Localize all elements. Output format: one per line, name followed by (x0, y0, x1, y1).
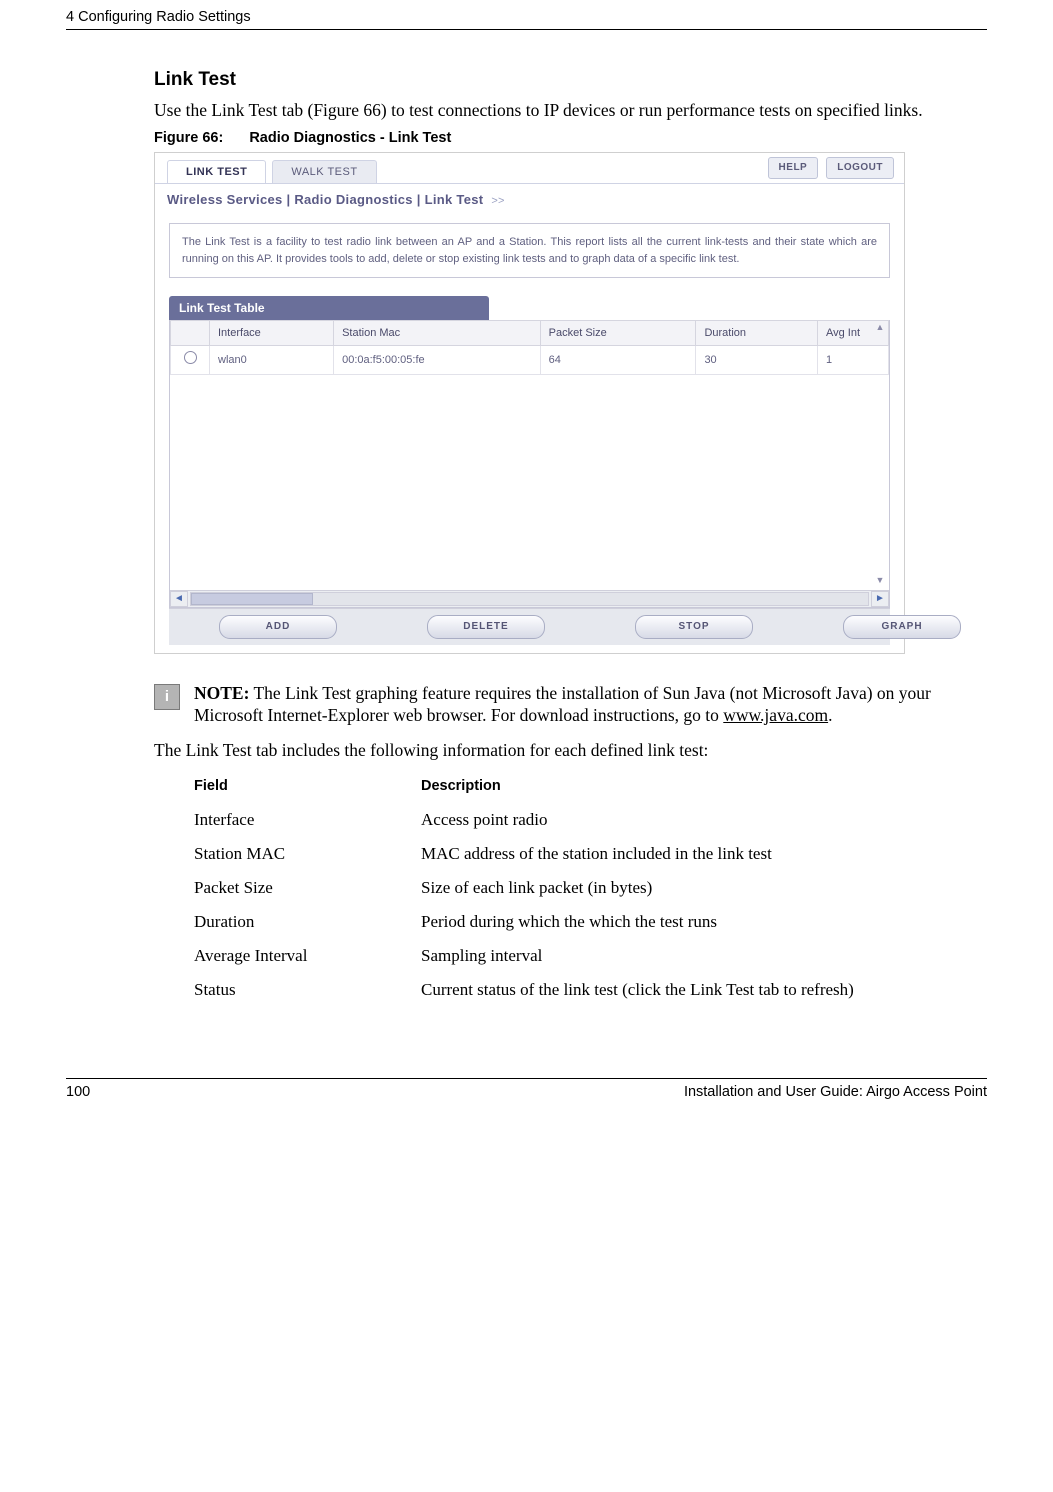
dtable-row: Station MAC MAC address of the station i… (194, 838, 950, 870)
add-button[interactable]: ADD (219, 615, 337, 639)
figure-caption: Figure 66: Radio Diagnostics - Link Test (154, 129, 986, 148)
note-label: NOTE: (194, 683, 249, 703)
scrollbar-thumb[interactable] (191, 593, 313, 605)
chevron-icon: >> (491, 195, 504, 207)
lead-text: The Link Test tab includes the following… (154, 739, 986, 762)
dtable-field: Interface (194, 804, 419, 836)
dtable-row: Average Interval Sampling interval (194, 940, 950, 972)
breadcrumb-text: Wireless Services | Radio Diagnostics | … (167, 192, 487, 207)
dtable-desc: Access point radio (421, 804, 950, 836)
running-header: 4 Configuring Radio Settings (66, 8, 987, 30)
graph-button[interactable]: GRAPH (843, 615, 961, 639)
delete-button[interactable]: DELETE (427, 615, 545, 639)
tab-walk-test[interactable]: WALK TEST (272, 160, 376, 183)
running-footer: 100 Installation and User Guide: Airgo A… (66, 1078, 987, 1102)
section-heading: Link Test (154, 68, 986, 93)
scroll-right-icon[interactable]: ► (871, 591, 889, 607)
cell-packet-size: 64 (540, 346, 696, 374)
note-link[interactable]: www.java.com (723, 705, 828, 725)
scrollbar-track[interactable] (190, 592, 869, 606)
table-header-row: Interface Station Mac Packet Size Durati… (171, 321, 889, 346)
table-empty-area (170, 375, 889, 590)
cell-mac: 00:0a:f5:00:05:fe (334, 346, 541, 374)
help-button[interactable]: HELP (768, 157, 819, 179)
dtable-field: Packet Size (194, 872, 419, 904)
field-description-table: Field Description Interface Access point… (192, 770, 952, 1008)
dtable-row: Packet Size Size of each link packet (in… (194, 872, 950, 904)
scroll-left-icon[interactable]: ◄ (170, 591, 188, 607)
dtable-row: Status Current status of the link test (… (194, 974, 950, 1006)
radio-icon[interactable] (184, 351, 197, 364)
cell-duration: 30 (696, 346, 818, 374)
cell-interface: wlan0 (210, 346, 334, 374)
horizontal-scrollbar[interactable]: ◄ ► (170, 590, 889, 607)
scroll-up-icon[interactable]: ▲ (873, 322, 887, 336)
figure-label: Figure 66: (154, 130, 223, 146)
col-interface: Interface (210, 321, 334, 346)
section-intro: Use the Link Test tab (Figure 66) to tes… (154, 99, 986, 122)
info-icon: i (154, 684, 180, 710)
dtable-field: Duration (194, 906, 419, 938)
col-duration: Duration (696, 321, 818, 346)
col-packet-size: Packet Size (540, 321, 696, 346)
dtable-desc: MAC address of the station included in t… (421, 838, 950, 870)
dtable-row: Interface Access point radio (194, 804, 950, 836)
note-text: NOTE: The Link Test graphing feature req… (194, 682, 986, 728)
dtable-desc: Period during which the which the test r… (421, 906, 950, 938)
tab-bar: LINK TEST WALK TEST HELP LOGOUT (155, 153, 904, 184)
link-test-table: Interface Station Mac Packet Size Durati… (170, 320, 889, 375)
logout-button[interactable]: LOGOUT (826, 157, 894, 179)
dtable-row: Duration Period during which the which t… (194, 906, 950, 938)
table-titlebar: Link Test Table (169, 296, 489, 320)
stop-button[interactable]: STOP (635, 615, 753, 639)
link-test-table-container: ▲ Interface Station Mac Packet Size Dura… (169, 320, 890, 608)
row-radio[interactable] (171, 346, 210, 374)
dtable-desc: Sampling interval (421, 940, 950, 972)
figure-title: Radio Diagnostics - Link Test (249, 130, 451, 146)
note-text-b: . (828, 705, 832, 725)
description-panel: The Link Test is a facility to test radi… (169, 223, 890, 278)
doc-title: Installation and User Guide: Airgo Acces… (684, 1083, 987, 1102)
table-action-bar: ADD DELETE STOP GRAPH (169, 608, 890, 645)
dtable-field: Average Interval (194, 940, 419, 972)
dtable-header-field: Field (194, 772, 419, 802)
dtable-desc: Current status of the link test (click t… (421, 974, 950, 1006)
dtable-field: Station MAC (194, 838, 419, 870)
breadcrumb: Wireless Services | Radio Diagnostics | … (155, 184, 904, 223)
scroll-down-icon[interactable]: ▼ (873, 575, 887, 589)
table-row[interactable]: wlan0 00:0a:f5:00:05:fe 64 30 1 (171, 346, 889, 374)
col-station-mac: Station Mac (334, 321, 541, 346)
col-select (171, 321, 210, 346)
tab-link-test[interactable]: LINK TEST (167, 160, 266, 183)
dtable-header-description: Description (421, 772, 950, 802)
dtable-field: Status (194, 974, 419, 1006)
page-number: 100 (66, 1083, 90, 1102)
note-block: i NOTE: The Link Test graphing feature r… (154, 682, 986, 728)
cell-avg: 1 (818, 346, 889, 374)
screenshot-link-test: LINK TEST WALK TEST HELP LOGOUT Wireless… (154, 152, 905, 653)
dtable-desc: Size of each link packet (in bytes) (421, 872, 950, 904)
